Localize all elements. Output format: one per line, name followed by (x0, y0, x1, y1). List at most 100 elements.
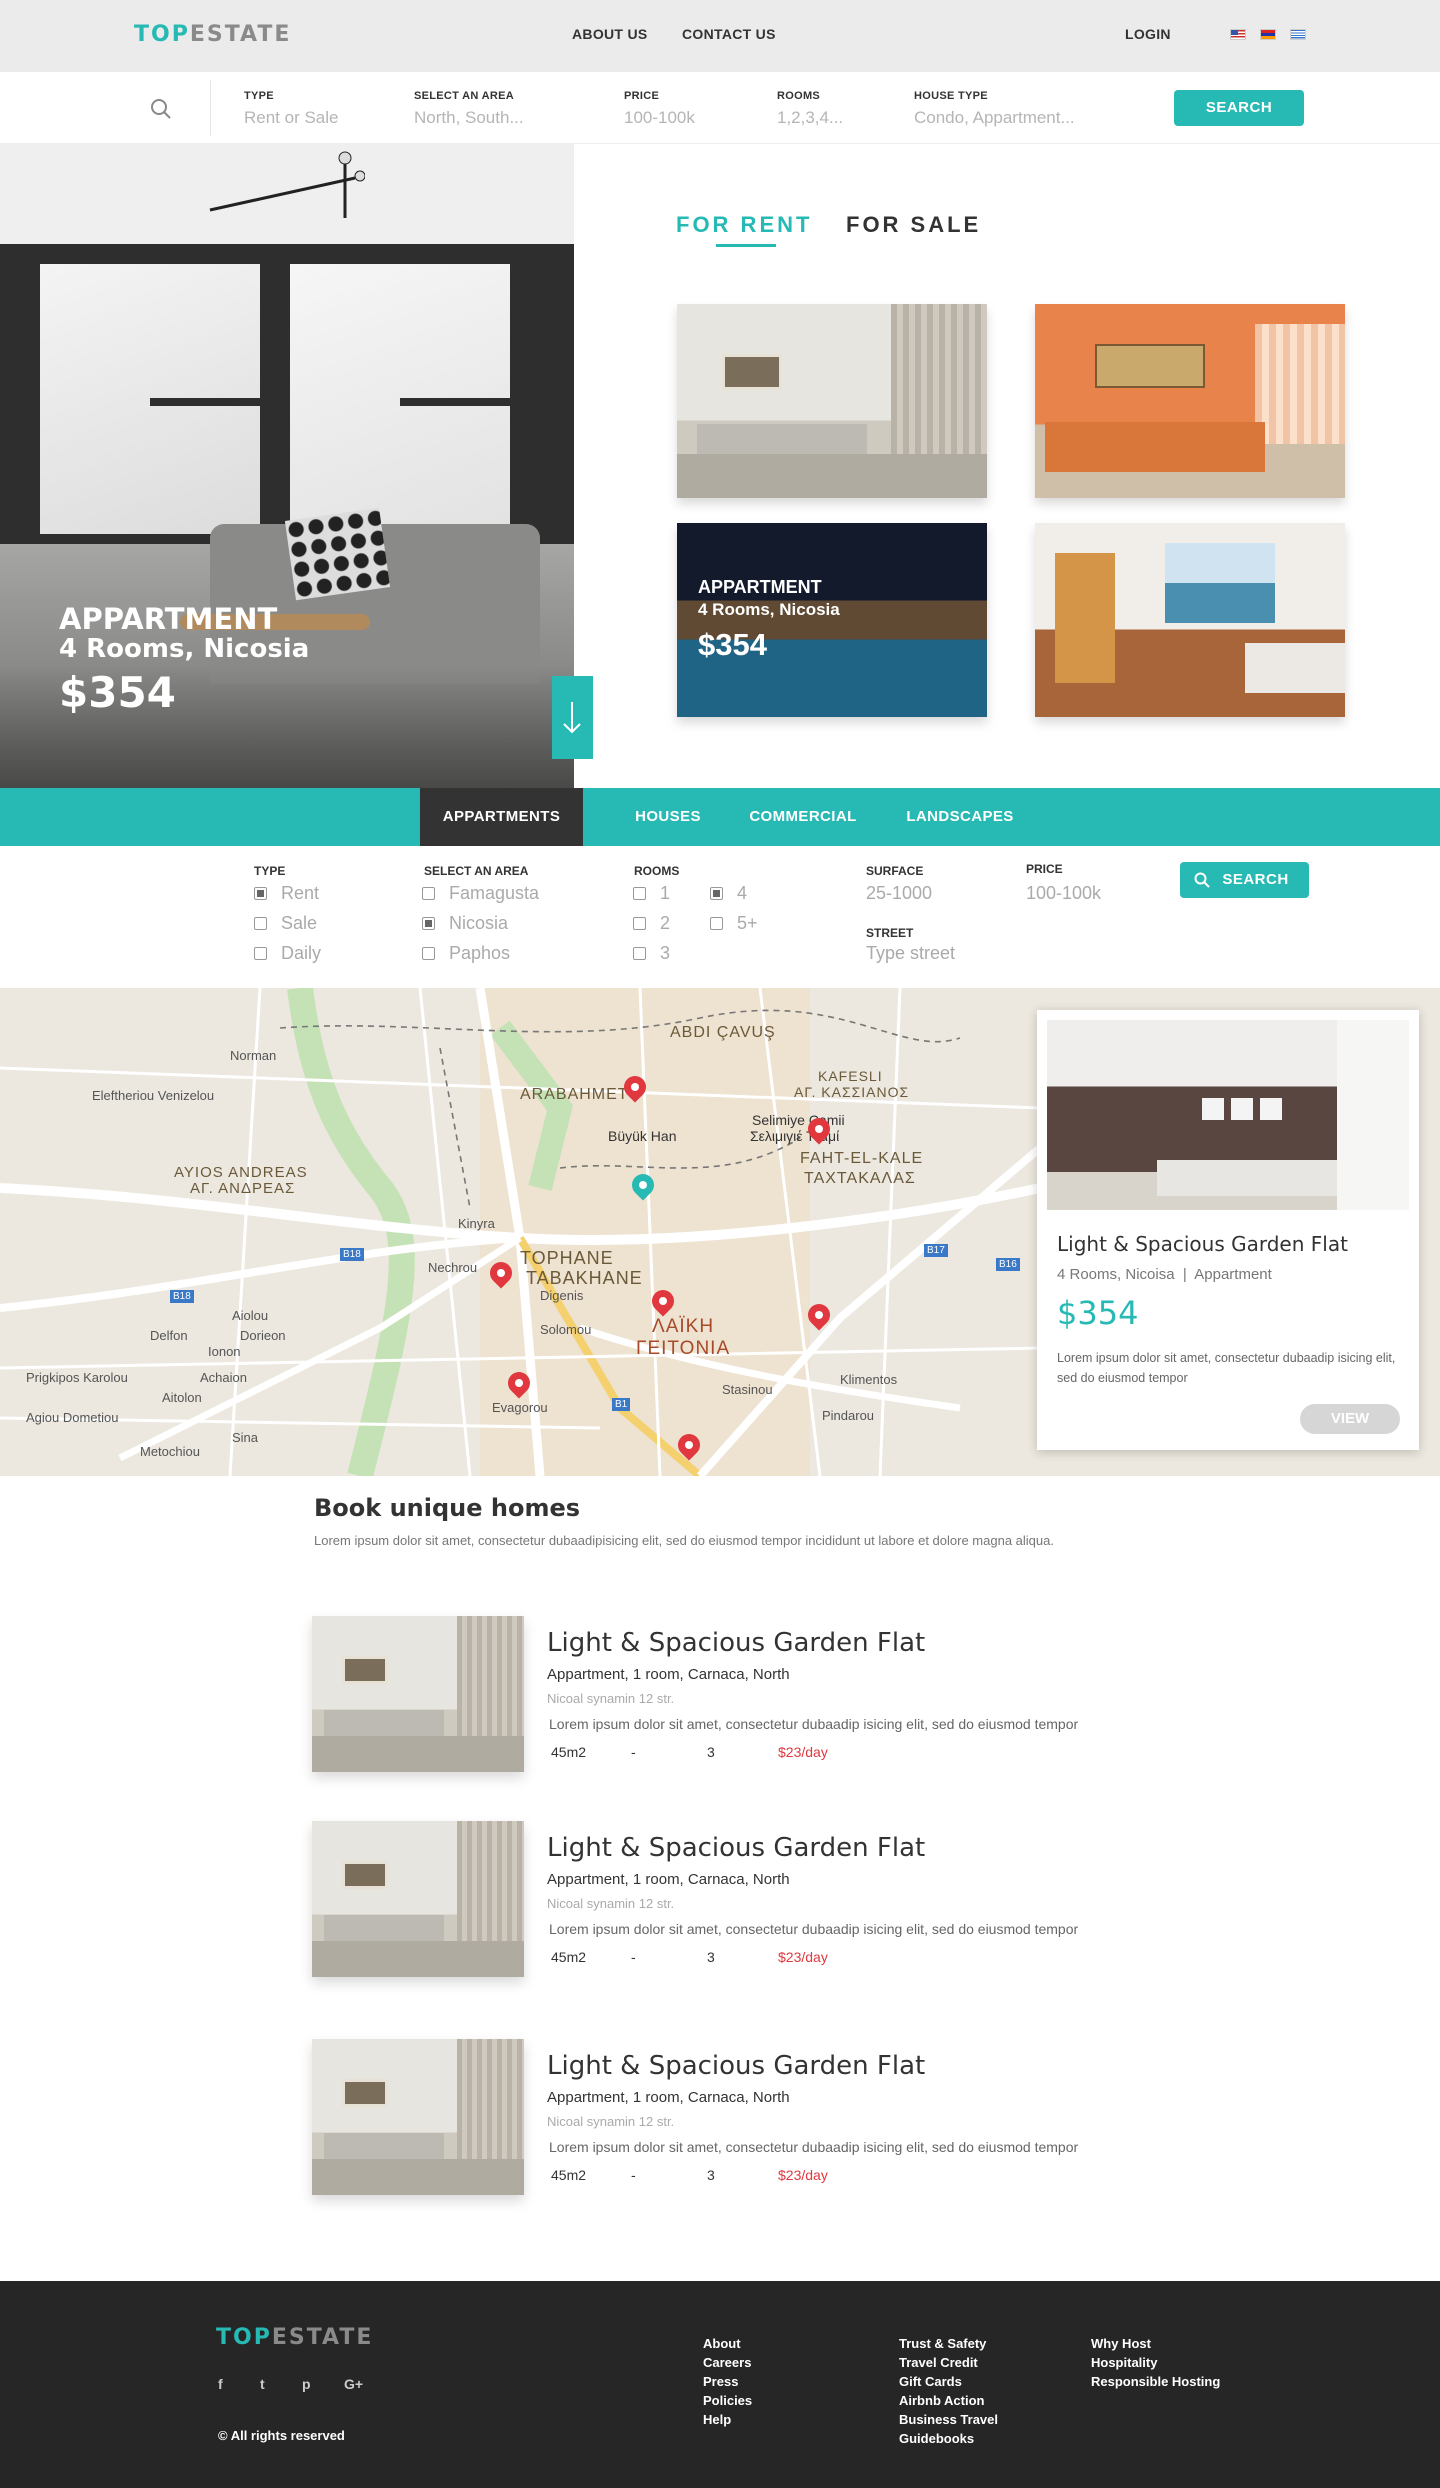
map-card-meta: 4 Rooms, Nicoisa | Appartment (1057, 1266, 1272, 1283)
nav-login[interactable]: LOGIN (1125, 26, 1171, 42)
listing-image[interactable] (312, 2039, 524, 2195)
map-card-description: Lorem ipsum dolor sit amet, consectetur … (1057, 1351, 1396, 1385)
footer-link[interactable]: Why Host (1091, 2334, 1151, 2353)
listing-title[interactable]: Light & Spacious Garden Flat (547, 1833, 925, 1863)
flag-armenia-icon[interactable] (1260, 29, 1276, 40)
checkbox-nicosia[interactable]: Nicosia (422, 912, 508, 934)
checkbox-paphos[interactable]: Paphos (422, 942, 510, 964)
checkbox-daily[interactable]: Daily (254, 942, 321, 964)
checkbox-rooms-5plus[interactable]: 5+ (710, 912, 758, 934)
street-input[interactable]: Type street (866, 942, 955, 964)
scroll-down-button[interactable] (552, 676, 593, 759)
footer-link[interactable]: Business Travel (899, 2410, 998, 2429)
map-label: Sina (232, 1430, 259, 1445)
checkbox-rent[interactable]: Rent (254, 882, 319, 904)
map-label: Agiou Dometiou (26, 1410, 119, 1425)
checkbox-rooms-4[interactable]: 4 (710, 882, 747, 904)
footer-link[interactable]: Airbnb Action (899, 2391, 984, 2410)
map-label: Aitolon (162, 1390, 202, 1405)
featured-card-1[interactable] (677, 304, 987, 498)
hero-image[interactable]: APPARTMENT 4 Rooms, Nicosia $354 (0, 144, 574, 788)
tab-underline (716, 244, 776, 247)
rooms-label: ROOMS (777, 90, 821, 102)
footer-link[interactable]: Help (703, 2410, 731, 2429)
hero-price: $354 (59, 668, 176, 717)
type-field[interactable]: Rent or Sale (244, 108, 339, 128)
flag-greece-icon[interactable] (1290, 29, 1306, 40)
pinterest-icon[interactable]: p (302, 2376, 311, 2392)
featured-card-2[interactable] (1035, 304, 1345, 498)
area-field[interactable]: North, South... (414, 108, 524, 128)
listing-title[interactable]: Light & Spacious Garden Flat (547, 2051, 925, 2081)
nav-contact-us[interactable]: CONTACT US (682, 26, 776, 42)
tab-for-sale[interactable]: FOR SALE (846, 212, 981, 238)
tab-appartments[interactable]: APPARTMENTS (420, 788, 583, 846)
tab-landscapes[interactable]: LANDSCAPES (893, 788, 1027, 846)
map-property-card[interactable]: Light & Spacious Garden Flat 4 Rooms, Ni… (1037, 1010, 1419, 1450)
tab-for-rent[interactable]: FOR RENT (676, 212, 812, 238)
listing-title[interactable]: Light & Spacious Garden Flat (547, 1628, 925, 1658)
footer-link[interactable]: Policies (703, 2391, 752, 2410)
featured-card-3[interactable]: APPARTMENT 4 Rooms, Nicosia $354 (677, 523, 987, 717)
tab-houses[interactable]: HOUSES (620, 788, 716, 846)
logo[interactable]: TOPESTATE (134, 22, 291, 47)
price-field[interactable]: 100-100k (624, 108, 695, 128)
surface-input[interactable]: 25-1000 (866, 882, 932, 904)
checkbox-rooms-1[interactable]: 1 (633, 882, 670, 904)
flag-us-icon[interactable] (1230, 29, 1246, 40)
footer-link[interactable]: Press (703, 2372, 738, 2391)
listing-price: $23/day (778, 2167, 828, 2183)
checkbox-icon (633, 887, 646, 900)
featured-card-4[interactable] (1035, 523, 1345, 717)
house-type-field[interactable]: Condo, Appartment... (914, 108, 1075, 128)
price-input[interactable]: 100-100k (1026, 882, 1101, 904)
footer-link[interactable]: Travel Credit (899, 2353, 978, 2372)
listing-image[interactable] (312, 1821, 524, 1977)
twitter-icon[interactable]: t (260, 2376, 265, 2392)
wall-picture (342, 1861, 388, 1889)
footer-link[interactable]: Gift Cards (899, 2372, 962, 2391)
footer-link[interactable]: Responsible Hosting (1091, 2372, 1220, 2391)
view-button[interactable]: VIEW (1300, 1404, 1400, 1434)
listing-description: Lorem ipsum dolor sit amet, consectetur … (549, 1716, 1079, 1732)
checkbox-icon (422, 917, 435, 930)
listing-item[interactable]: Light & Spacious Garden Flat Appartment, … (312, 2039, 1172, 2199)
rooms-field[interactable]: 1,2,3,4... (777, 108, 843, 128)
map-label: KAFESLI (818, 1068, 883, 1084)
hero-title: APPARTMENT (59, 602, 278, 636)
tab-commercial[interactable]: COMMERCIAL (738, 788, 868, 846)
filter-rooms-label: ROOMS (634, 864, 680, 878)
facebook-icon[interactable]: f (218, 2376, 223, 2392)
filter-search-button[interactable]: SEARCH (1180, 862, 1309, 898)
search-button[interactable]: SEARCH (1174, 90, 1304, 126)
filter-street-label: STREET (866, 926, 914, 940)
listing-price: $23/day (778, 1949, 828, 1965)
checkbox-famagusta[interactable]: Famagusta (422, 882, 539, 904)
window (1337, 1020, 1409, 1210)
footer-link[interactable]: Hospitality (1091, 2353, 1157, 2372)
nav-about-us[interactable]: ABOUT US (572, 26, 648, 42)
listing-dash: - (631, 1949, 636, 1965)
listing-image[interactable] (312, 1616, 524, 1772)
footer-link[interactable]: Trust & Safety (899, 2334, 986, 2353)
map-label: Delfon (150, 1328, 188, 1343)
window-bar (150, 398, 260, 406)
checkbox-rooms-3[interactable]: 3 (633, 942, 670, 964)
listing-item[interactable]: Light & Spacious Garden Flat Appartment, … (312, 1821, 1172, 1981)
sofa (1157, 1160, 1357, 1196)
map-label: AYIOS ANDREAS (174, 1164, 308, 1181)
footer-link[interactable]: Careers (703, 2353, 751, 2372)
map-label: Digenis (540, 1288, 584, 1303)
checkbox-rooms-2[interactable]: 2 (633, 912, 670, 934)
google-plus-icon[interactable]: G+ (344, 2376, 363, 2392)
footer-link[interactable]: Guidebooks (899, 2429, 974, 2448)
search-icon[interactable] (150, 98, 172, 120)
bed (1045, 422, 1265, 472)
road-badge: B18 (170, 1290, 194, 1303)
listing-item[interactable]: Light & Spacious Garden Flat Appartment, … (312, 1616, 1172, 1776)
checkbox-sale[interactable]: Sale (254, 912, 317, 934)
footer-link[interactable]: About (703, 2334, 741, 2353)
listing-dash: - (631, 1744, 636, 1760)
map-label: Pindarou (822, 1408, 875, 1423)
footer-logo[interactable]: TOPESTATE (216, 2325, 373, 2350)
